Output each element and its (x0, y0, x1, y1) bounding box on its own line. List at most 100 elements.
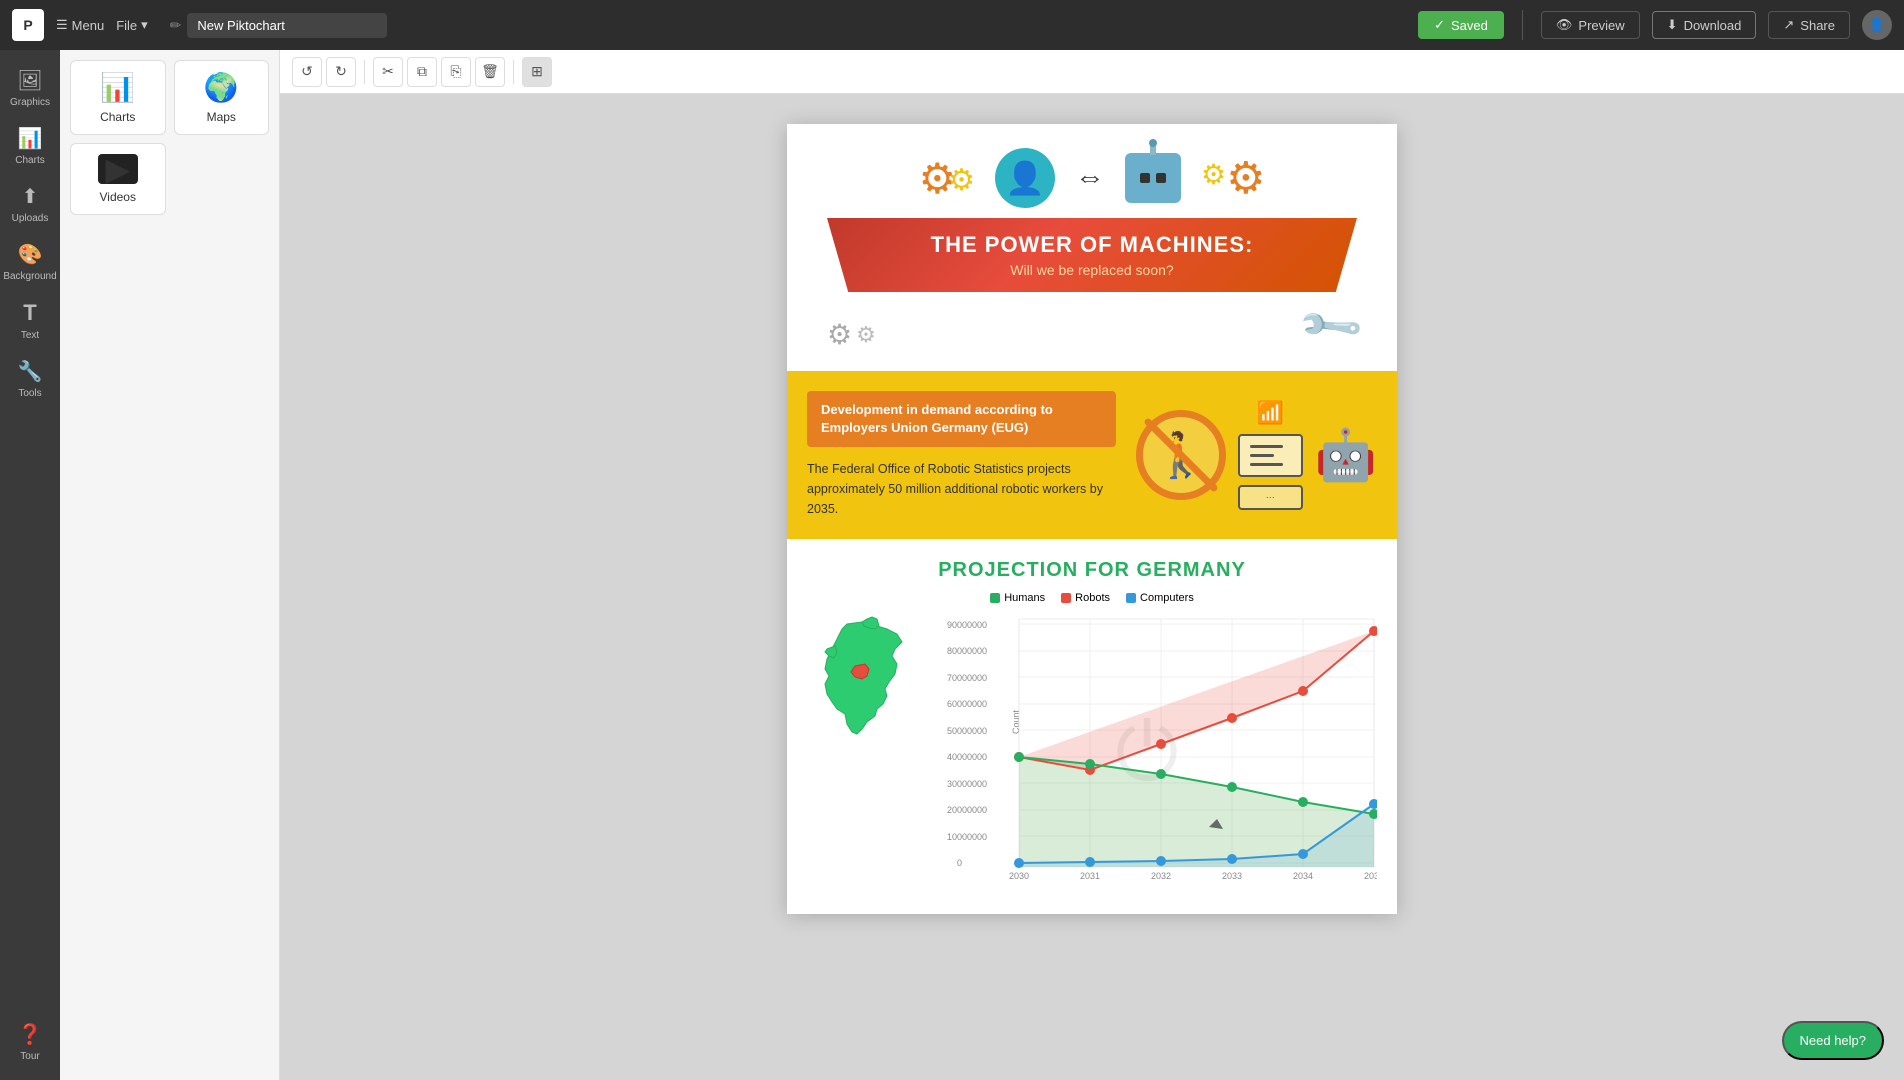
file-menu[interactable]: File ▾ (116, 17, 147, 33)
projection-title: PROJECTION FOR GERMANY (807, 559, 1377, 582)
slider-2 (1250, 454, 1275, 457)
sidebar-item-charts[interactable]: 📊 Charts (2, 118, 58, 174)
person-circle-icon: 👤 (995, 148, 1055, 208)
left-gears: ⚙ ⚙ (918, 154, 975, 203)
infographic-main-title: THE POWER OF MACHINES: (857, 232, 1327, 258)
charts-panel-icon: 📊 (100, 71, 135, 104)
svg-text:2032: 2032 (1151, 871, 1171, 879)
yellow-section: Development in demand according to Emplo… (787, 371, 1397, 539)
redo-button[interactable]: ↻ (326, 57, 356, 87)
sidebar-item-tools[interactable]: 🔧 Tools (2, 351, 58, 407)
sidebar-item-graphics[interactable]: 🖼 Graphics (2, 60, 58, 116)
svg-text:2033: 2033 (1222, 871, 1242, 879)
infographic-subtitle: Will we be replaced soon? (857, 262, 1327, 278)
robot-eye-right (1156, 173, 1166, 183)
svg-text:50000000: 50000000 (947, 726, 987, 736)
maps-panel-icon: 🌍 (204, 71, 239, 104)
grid-button[interactable]: ⊞ (522, 57, 552, 87)
footer-icons-row: ⚙ ⚙ 🔧 (807, 302, 1377, 351)
preview-button[interactable]: 👁 Preview (1541, 11, 1640, 39)
wifi-icon: 📶 (1257, 400, 1284, 426)
svg-text:10000000: 10000000 (947, 832, 987, 842)
legend-computers: Computers (1126, 592, 1194, 604)
download-button[interactable]: ⬇ Download (1652, 11, 1757, 39)
projection-chart-svg: 90000000 80000000 70000000 60000000 5000… (947, 614, 1377, 879)
europe-map-svg (807, 614, 937, 784)
app-logo[interactable]: P (12, 9, 44, 41)
yellow-body-text: The Federal Office of Robotic Statistics… (807, 459, 1116, 519)
title-banner: THE POWER OF MACHINES: Will we be replac… (827, 218, 1357, 292)
sliders-box (1238, 434, 1303, 477)
cut-button[interactable]: ✂ (373, 57, 403, 87)
sidebar-item-tour[interactable]: ❓ Tour (2, 1014, 58, 1070)
no-person-icon: 🚶 (1136, 410, 1226, 500)
chart-area: 90000000 80000000 70000000 60000000 5000… (947, 614, 1377, 894)
paste-button[interactable]: ⎘ (441, 57, 471, 87)
toolbar: ↺ ↻ ✂ ⧉ ⎘ 🗑 ⊞ (280, 50, 1904, 94)
sidebar: 🖼 Graphics 📊 Charts ⬆ Uploads 🎨 Backgrou… (0, 50, 60, 1080)
robot-antenna-ball (1149, 139, 1157, 147)
header-icons-row: ⚙ ⚙ 👤 ⇔ (807, 148, 1377, 208)
gear-gray-tiny-icon: ⚙ (856, 322, 876, 348)
background-icon: 🎨 (18, 242, 43, 267)
robot-figure (1125, 153, 1181, 203)
robots-legend-dot (1061, 593, 1071, 603)
svg-text:70000000: 70000000 (947, 673, 987, 683)
arrows-icon: ⇔ (1075, 161, 1105, 195)
undo-button[interactable]: ↺ (292, 57, 322, 87)
gear-orange2-icon: ⚙ (1226, 153, 1265, 204)
slider-3 (1250, 463, 1283, 466)
graphics-icon: 🖼 (17, 68, 42, 93)
wrench-icon: 🔧 (1295, 291, 1367, 362)
videos-panel-icon: ▶ (98, 154, 138, 184)
toolbar-separator-1 (364, 60, 365, 84)
uploads-icon: ⬆ (22, 184, 39, 209)
svg-text:2030: 2030 (1009, 871, 1029, 879)
yellow-right-icons: 🚶 📶 (1136, 400, 1377, 510)
need-help-button[interactable]: Need help? (1782, 1021, 1885, 1060)
sidebar-item-uploads[interactable]: ⬆ Uploads (2, 176, 58, 232)
delete-button[interactable]: 🗑 (475, 57, 505, 87)
robot-head (1125, 153, 1181, 203)
svg-text:2035: 2035 (1364, 871, 1377, 879)
yellow-title-box: Development in demand according to Emplo… (807, 391, 1116, 447)
sliders (1250, 444, 1291, 467)
controls-robot-group: 📶 ⋯ (1238, 400, 1303, 510)
svg-text:0: 0 (957, 858, 962, 868)
tools-icon: 🔧 (18, 359, 43, 384)
tour-icon: ❓ (18, 1022, 43, 1047)
panel-grid: 📊 Charts 🌍 Maps ▶ Videos (70, 60, 269, 215)
text-icon: T (23, 300, 36, 326)
user-avatar[interactable]: 👤 (1862, 10, 1892, 40)
panel: 📊 Charts 🌍 Maps ▶ Videos (60, 50, 280, 1080)
gear-yellow2-icon: ⚙ (1201, 158, 1226, 191)
toolbar-separator-2 (513, 60, 514, 84)
copy-button[interactable]: ⧉ (407, 57, 437, 87)
svg-text:20000000: 20000000 (947, 805, 987, 815)
europe-map-side (807, 614, 937, 894)
robot-eye-left (1140, 173, 1150, 183)
saved-button[interactable]: ✓ Saved (1418, 11, 1504, 39)
header-section: ⚙ ⚙ 👤 ⇔ (787, 124, 1397, 371)
document-title-input[interactable] (187, 13, 387, 38)
svg-text:2034: 2034 (1293, 871, 1313, 879)
right-gears: ⚙ ⚙ (1201, 153, 1266, 204)
robot-eyes (1140, 173, 1166, 183)
panel-item-videos[interactable]: ▶ Videos (70, 143, 166, 215)
main-canvas-area: ⚙ ⚙ 👤 ⇔ (280, 94, 1904, 1080)
panel-item-charts[interactable]: 📊 Charts (70, 60, 166, 135)
sidebar-item-background[interactable]: 🎨 Background (2, 234, 58, 290)
infographic-canvas[interactable]: ⚙ ⚙ 👤 ⇔ (787, 124, 1397, 914)
sidebar-item-text[interactable]: T Text (2, 292, 58, 349)
svg-text:Count: Count (1011, 710, 1021, 735)
svg-text:30000000: 30000000 (947, 779, 987, 789)
legend-humans: Humans (990, 592, 1045, 604)
computers-legend-dot (1126, 593, 1136, 603)
share-button[interactable]: ↗ Share (1768, 11, 1850, 39)
svg-text:80000000: 80000000 (947, 646, 987, 656)
slider-1 (1250, 445, 1283, 448)
menu-button[interactable]: ☰ Menu (56, 17, 104, 33)
charts-icon: 📊 (18, 126, 43, 151)
projection-section: PROJECTION FOR GERMANY Humans Robots Com… (787, 539, 1397, 914)
panel-item-maps[interactable]: 🌍 Maps (174, 60, 270, 135)
